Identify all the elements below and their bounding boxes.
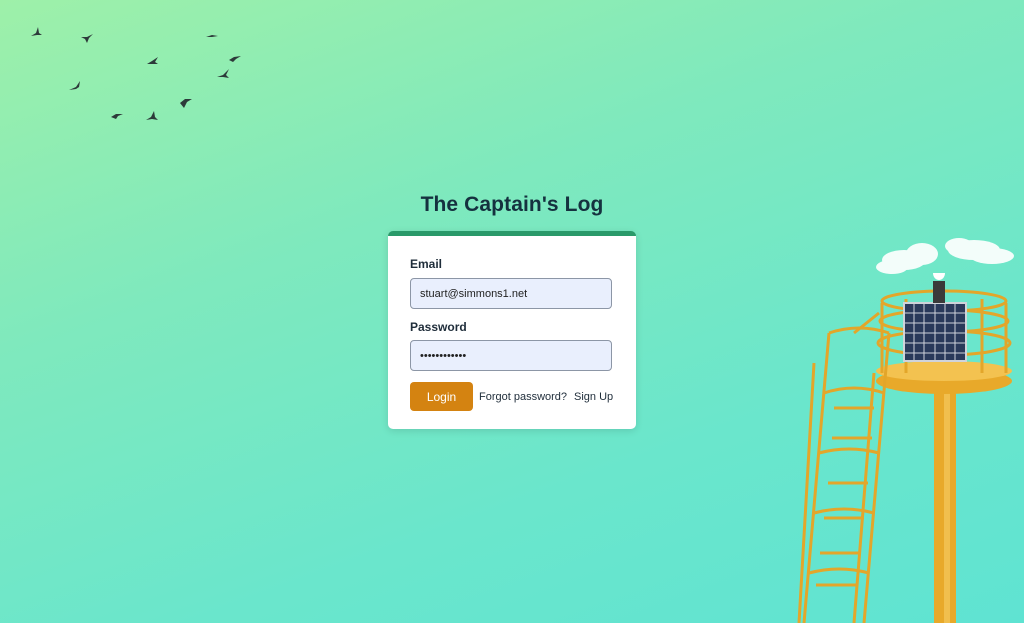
bird-icon [180, 99, 192, 108]
birds-flock [31, 27, 241, 120]
bird-icon [69, 81, 80, 90]
lighthouse-tower-image [797, 273, 1012, 623]
password-field[interactable] [410, 340, 612, 371]
page-title: The Captain's Log [420, 193, 604, 216]
password-label: Password [410, 320, 467, 334]
email-label: Email [410, 257, 443, 271]
login-button[interactable]: Login [410, 382, 473, 411]
bird-icon [81, 34, 93, 43]
bird-icon [111, 114, 123, 119]
sign-up-link[interactable]: Sign Up [574, 391, 613, 403]
login-card: Email Password Login Forgot password? Si… [388, 231, 636, 429]
bird-icon [147, 57, 158, 64]
bird-icon [146, 111, 158, 120]
bird-icon [31, 27, 42, 36]
bird-icon [217, 69, 229, 78]
bird-icon [229, 56, 241, 62]
forgot-password-link[interactable]: Forgot password? [479, 391, 567, 403]
email-field[interactable] [410, 278, 612, 309]
bird-icon [206, 35, 218, 37]
